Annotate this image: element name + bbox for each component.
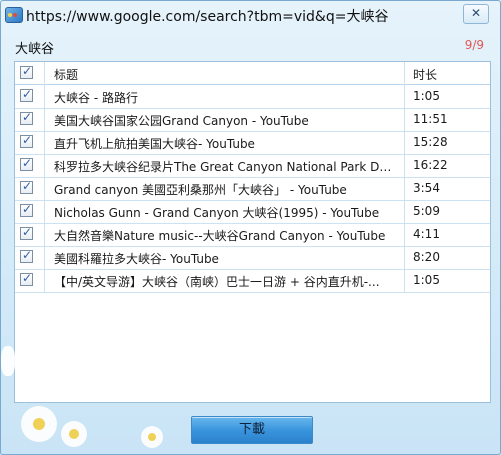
check-icon: ✓ [22,248,33,262]
row-title: 【中/英文导游】大峡谷（南峡）巴士一日游 + 谷内直升机-... [54,275,380,289]
row-title: 科罗拉多大峡谷纪录片The Great Canyon National Park… [54,160,394,174]
close-icon: ✕ [470,6,482,20]
table-row[interactable]: ✓ Grand canyon 美國亞利桑那州「大峽谷」 - YouTube 3:… [15,177,490,201]
table-row[interactable]: ✓ 美國科羅拉多大峽谷- YouTube 8:20 [15,246,490,270]
dialog-window: https://www.google.com/search?tbm=vid&q=… [0,0,501,455]
table-row[interactable]: ✓ 大自然音樂Nature music--大峽谷Grand Canyon - Y… [15,223,490,247]
app-icon [5,7,23,23]
header-title[interactable]: 标题 [54,66,394,83]
row-title: 大峡谷 - 路路行 [54,91,138,105]
close-button[interactable]: ✕ [463,4,489,24]
row-checkbox[interactable]: ✓ [20,87,33,102]
row-checkbox[interactable]: ✓ [20,179,33,194]
check-icon: ✓ [22,225,33,239]
check-icon: ✓ [22,87,33,101]
row-checkbox[interactable]: ✓ [20,133,33,148]
row-title: 美国大峡谷国家公园Grand Canyon - YouTube [54,114,309,128]
row-checkbox[interactable]: ✓ [20,248,33,263]
search-keyword: 大峡谷 [15,42,55,57]
row-title: 大自然音樂Nature music--大峽谷Grand Canyon - You… [54,229,386,243]
row-duration: 1:05 [413,273,440,287]
row-checkbox[interactable]: ✓ [20,156,33,171]
check-icon: ✓ [22,64,33,78]
select-all-checkbox[interactable]: ✓ [20,64,33,79]
row-checkbox[interactable]: ✓ [20,202,33,217]
title-bar: https://www.google.com/search?tbm=vid&q=… [1,1,500,29]
row-duration: 15:28 [413,135,448,149]
row-checkbox[interactable]: ✓ [20,110,33,125]
table-row[interactable]: ✓ Nicholas Gunn - Grand Canyon 大峡谷(1995)… [15,200,490,224]
header-duration[interactable]: 时长 [413,66,437,83]
daisy-decoration [61,421,87,447]
table-row[interactable]: ✓ 科罗拉多大峡谷纪录片The Great Canyon National Pa… [15,154,490,178]
row-title: 美國科羅拉多大峽谷- YouTube [54,252,219,266]
table-row[interactable]: ✓ 直升飞机上航拍美国大峡谷- YouTube 15:28 [15,131,490,155]
check-icon: ✓ [22,179,33,193]
row-duration: 16:22 [413,158,448,172]
check-icon: ✓ [22,156,33,170]
table-header: ✓ 标题 时长 [15,62,490,85]
table-row[interactable]: ✓ 美国大峡谷国家公园Grand Canyon - YouTube 11:51 [15,108,490,132]
check-icon: ✓ [22,202,33,216]
row-duration: 4:11 [413,227,440,241]
table-row[interactable]: ✓ 大峡谷 - 路路行 1:05 [15,85,490,109]
row-duration: 11:51 [413,112,448,126]
results-table: ✓ 标题 时长 ✓ 大峡谷 - 路路行 1:05 ✓ 美国大峡谷国家公园Gran… [14,61,491,403]
result-count: 9/9 [464,38,484,52]
daisy-decoration [21,406,57,442]
download-button[interactable]: 下載 [191,416,313,444]
row-checkbox[interactable]: ✓ [20,271,33,286]
row-checkbox[interactable]: ✓ [20,225,33,240]
table-row[interactable]: ✓ 【中/英文导游】大峡谷（南峡）巴士一日游 + 谷内直升机-... 1:05 [15,269,490,293]
check-icon: ✓ [22,110,33,124]
row-title: 直升飞机上航拍美国大峡谷- YouTube [54,137,255,151]
daisy-decoration [141,426,163,448]
window-title: https://www.google.com/search?tbm=vid&q=… [26,9,389,25]
row-duration: 1:05 [413,89,440,103]
check-icon: ✓ [22,133,33,147]
daisy-decoration [1,346,15,376]
check-icon: ✓ [22,271,33,285]
row-duration: 8:20 [413,250,440,264]
row-title: Grand canyon 美國亞利桑那州「大峽谷」 - YouTube [54,183,347,197]
row-title: Nicholas Gunn - Grand Canyon 大峡谷(1995) -… [54,206,380,220]
row-duration: 5:09 [413,204,440,218]
row-duration: 3:54 [413,181,440,195]
